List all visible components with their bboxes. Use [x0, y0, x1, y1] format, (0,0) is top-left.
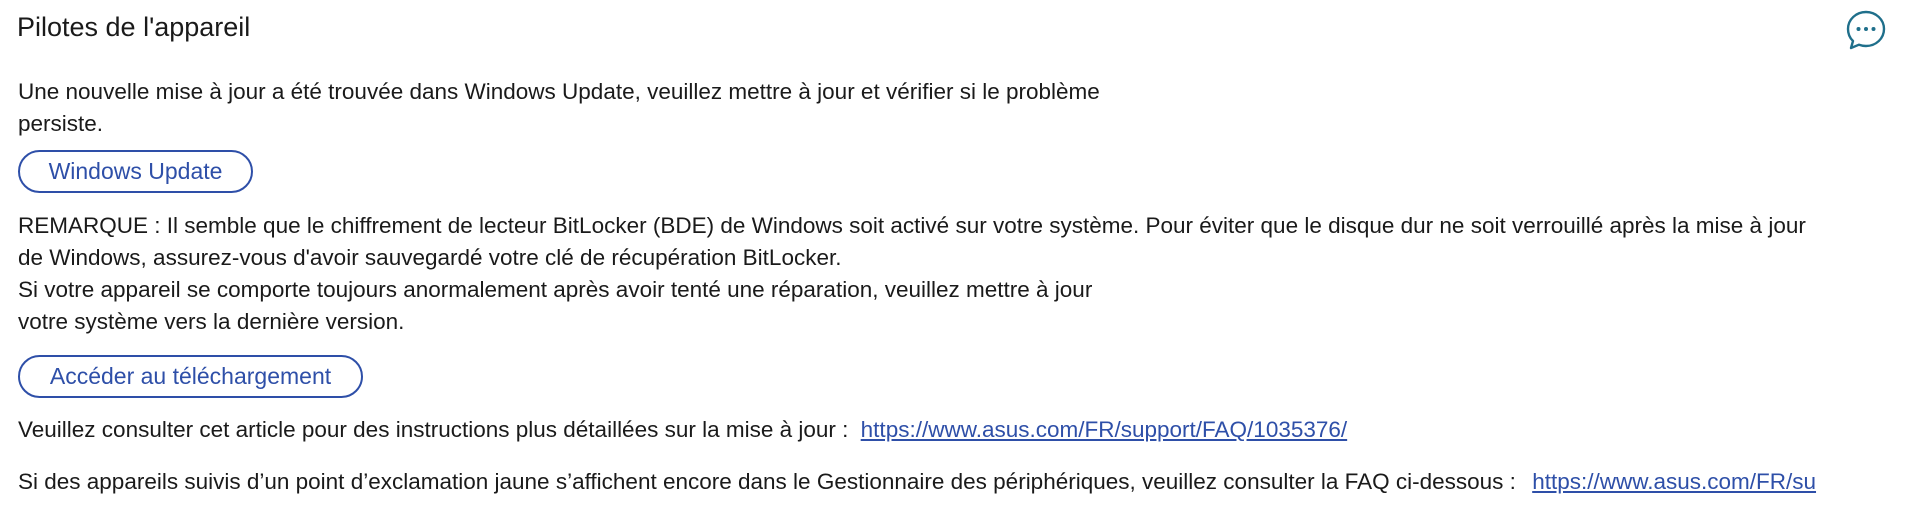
- bitlocker-note-line-1: REMARQUE : Il semble que le chiffrement …: [18, 213, 1806, 238]
- page-title: Pilotes de l'appareil: [17, 12, 251, 42]
- system-update-line-2: votre système vers la dernière version.: [18, 309, 405, 334]
- faq-link[interactable]: https://www.asus.com/FR/su: [1532, 469, 1816, 494]
- download-button[interactable]: Accéder au téléchargement: [18, 355, 363, 398]
- chat-bubble-ellipsis-icon: [1846, 10, 1886, 50]
- update-notice-text: Une nouvelle mise à jour a été trouvée d…: [18, 76, 1100, 140]
- article-text: Veuillez consulter cet article pour des …: [18, 417, 849, 442]
- article-row: Veuillez consulter cet article pour des …: [18, 414, 1347, 446]
- windows-update-button[interactable]: Windows Update: [18, 150, 253, 193]
- article-link[interactable]: https://www.asus.com/FR/support/FAQ/1035…: [861, 417, 1347, 442]
- faq-row: Si des appareils suivis d’un point d’exc…: [18, 466, 1816, 498]
- faq-text: Si des appareils suivis d’un point d’exc…: [18, 469, 1516, 494]
- system-update-line-1: Si votre appareil se comporte toujours a…: [18, 277, 1093, 302]
- bitlocker-note-text: REMARQUE : Il semble que le chiffrement …: [18, 210, 1806, 338]
- update-notice-line-2: persiste.: [18, 111, 104, 136]
- bitlocker-note-line-2: de Windows, assurez-vous d'avoir sauvega…: [18, 245, 842, 270]
- feedback-button[interactable]: [1840, 4, 1892, 56]
- update-notice-line-1: Une nouvelle mise à jour a été trouvée d…: [18, 79, 1100, 104]
